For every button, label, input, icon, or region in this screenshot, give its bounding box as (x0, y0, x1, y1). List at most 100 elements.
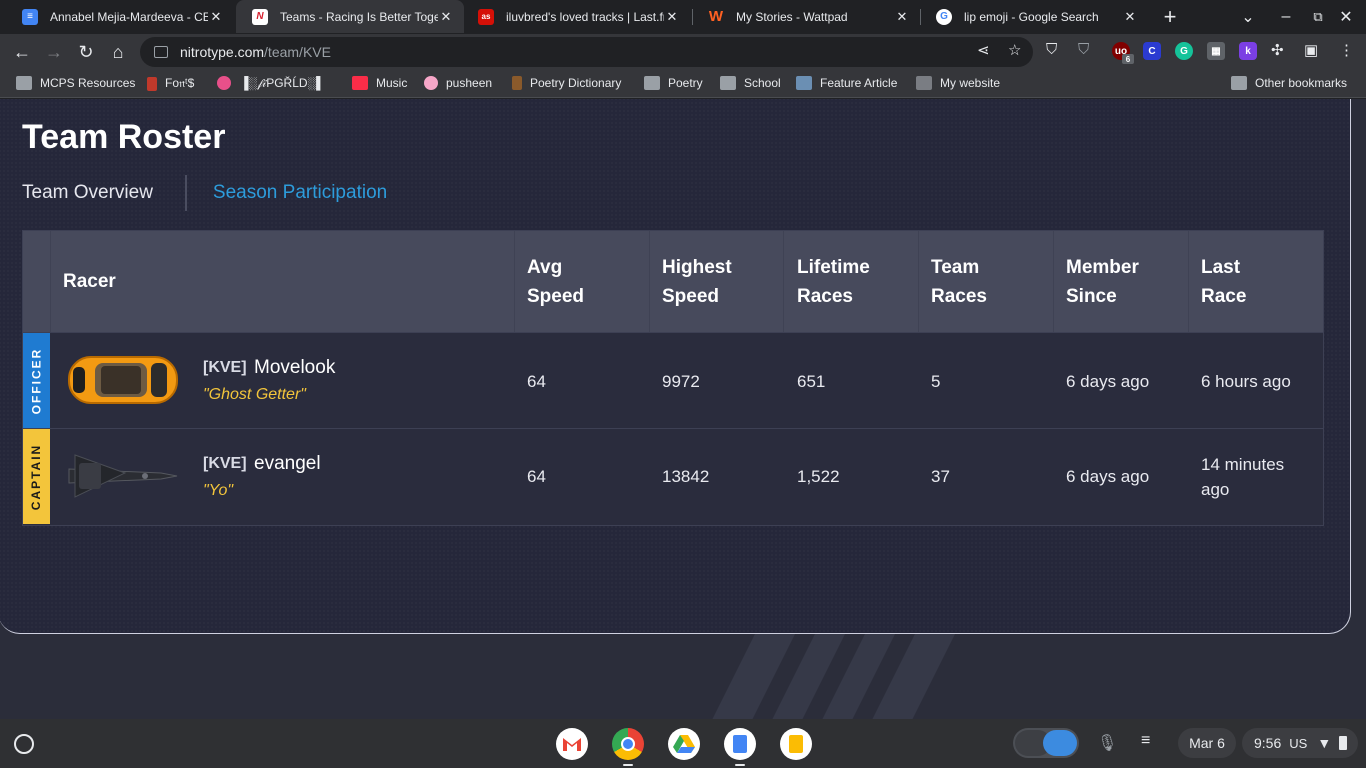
racer-name-link[interactable]: evangel (254, 453, 321, 475)
menu-kebab-icon[interactable]: ⋮ (1339, 41, 1354, 59)
canva-icon[interactable]: C (1143, 42, 1161, 60)
stealth-jet-icon (68, 454, 178, 498)
tire-tread-decoration (712, 624, 960, 719)
header-line: Avg (527, 257, 563, 278)
tab-title: Annabel Mejia-Mardeeva - CES (50, 9, 208, 24)
bookmark-music[interactable]: Music (352, 76, 407, 90)
bookmark-fonts[interactable]: Fo𝔫ᵗ$ (147, 76, 194, 91)
bookmark-feature-article[interactable]: Feature Article (796, 76, 897, 90)
bookmark-star-icon[interactable]: ☆ (1008, 41, 1021, 59)
header-highest-speed[interactable]: Highest Speed (662, 253, 732, 311)
tab-title: lip emoji - Google Search (964, 9, 1099, 24)
browser-tab-1[interactable]: ≡ Annabel Mejia-Mardeeva - CES ✕ (6, 0, 234, 33)
side-panel-icon[interactable]: ▣ (1304, 41, 1318, 59)
other-bookmarks[interactable]: Other bookmarks (1231, 76, 1347, 90)
role-label: OFFICER (29, 347, 44, 414)
tab-team-overview[interactable]: Team Overview (22, 182, 153, 204)
site-info-icon[interactable] (154, 46, 168, 58)
bookmark-poetry-folder[interactable]: Poetry (644, 76, 703, 90)
holding-space-thumbnail[interactable] (1013, 728, 1079, 758)
header-avg-speed[interactable]: Avg Speed (527, 253, 584, 311)
adblock-icon[interactable]: ⛉ (1078, 41, 1089, 58)
wattpad-icon: W (708, 8, 724, 25)
table-row[interactable]: OFFICER [KVE] Movelook "Ghost Getter" 64… (23, 332, 1323, 428)
input-method: US (1289, 735, 1308, 751)
header-team-races[interactable]: Team Races (931, 253, 987, 311)
tab-title: iluvbred's loved tracks | Last.fm (506, 9, 664, 24)
close-icon[interactable]: ✕ (438, 9, 454, 25)
browser-tab-5[interactable]: G lip emoji - Google Search ✕ (920, 0, 1148, 33)
header-last-race[interactable]: Last Race (1201, 253, 1246, 311)
column-divider (918, 231, 919, 333)
header-racer[interactable]: Racer (63, 267, 116, 296)
bookmark-picsart[interactable] (217, 76, 239, 90)
gmail-icon[interactable] (556, 728, 588, 760)
back-button[interactable]: ← (8, 38, 36, 66)
browser-tab-4[interactable]: W My Stories - Wattpad ✕ (692, 0, 920, 33)
tab-season-participation[interactable]: Season Participation (213, 182, 387, 204)
member-since-value: 6 days ago (1066, 372, 1150, 391)
forward-button[interactable]: → (40, 38, 68, 66)
header-member-since[interactable]: Member Since (1066, 253, 1139, 311)
browser-tab-2[interactable]: N Teams - Racing Is Better Togeth ✕ (236, 0, 464, 33)
qr-icon[interactable]: ▦ (1207, 42, 1225, 60)
minimize-button[interactable]: – (1273, 4, 1299, 30)
bookmark-label: Other bookmarks (1255, 76, 1348, 90)
chrome-center (621, 737, 635, 751)
header-line: Team (931, 257, 980, 278)
header-lifetime-races[interactable]: Lifetime Races (797, 253, 870, 311)
docs-icon[interactable] (724, 728, 756, 760)
bookmarks-bar: MCPS Resources Fo𝔫ᵗ$ ▐░𝒻𝒾PGŘĹD░▌ Music p… (0, 70, 1366, 98)
music-icon (352, 76, 368, 90)
header-line: Races (797, 286, 853, 307)
home-button[interactable]: ⌂ (104, 38, 132, 66)
restore-button[interactable]: ⧉ (1305, 4, 1331, 30)
column-divider (783, 231, 784, 333)
header-line: Since (1066, 286, 1117, 307)
bookmark-school-folder[interactable]: School (720, 76, 781, 90)
bookmark-fipgrld[interactable]: ▐░𝒻𝒾PGŘĹD░▌ (240, 76, 325, 91)
bookmark-label: MCPS Resources (40, 76, 136, 90)
bookmark-pusheen[interactable]: pusheen (424, 76, 492, 90)
share-icon[interactable]: ⋖ (977, 41, 990, 59)
drive-icon[interactable] (668, 728, 700, 760)
address-bar[interactable]: nitrotype.com /team/KVE (140, 37, 1033, 67)
table-row[interactable]: CAPTAIN [KVE] evangel "Yo" 64 13842 1,52… (23, 428, 1323, 524)
close-icon[interactable]: ✕ (1122, 9, 1138, 25)
column-divider (50, 231, 51, 333)
lifetime-races-value: 1,522 (797, 467, 840, 486)
page-title: Team Roster (22, 118, 226, 156)
tab-search-chevron-icon[interactable]: ⌄ (1235, 4, 1261, 30)
tab-strip: ≡ Annabel Mejia-Mardeeva - CES ✕ N Teams… (0, 0, 1366, 34)
mic-icon[interactable]: 🎙 (1097, 733, 1117, 753)
team-tag: [KVE] (203, 359, 247, 376)
racer-name-link[interactable]: Movelook (254, 357, 335, 379)
thumbnail-accent (1043, 730, 1077, 756)
close-icon[interactable]: ✕ (664, 9, 680, 25)
kami-icon[interactable]: k (1239, 42, 1257, 60)
close-icon[interactable]: ✕ (894, 9, 910, 25)
grammarly-icon[interactable]: G (1175, 42, 1193, 60)
date-pill[interactable]: Mar 6 (1178, 728, 1236, 758)
extensions-puzzle-icon[interactable]: ✣ (1271, 41, 1284, 59)
active-app-indicator (735, 764, 745, 766)
bookmark-mcps[interactable]: MCPS Resources (16, 76, 135, 90)
picsart-icon (217, 76, 231, 90)
slides-icon[interactable] (780, 728, 812, 760)
close-window-button[interactable]: ✕ (1333, 4, 1359, 30)
new-tab-button[interactable]: + (1157, 4, 1183, 30)
close-icon[interactable]: ✕ (208, 9, 224, 25)
reload-button[interactable]: ↻ (72, 38, 100, 66)
shield-icon[interactable]: ⛉ (1046, 41, 1057, 58)
bookmark-my-website[interactable]: My website (916, 76, 1000, 90)
status-tray[interactable]: 9:56 US ▼ (1242, 728, 1358, 758)
google-docs-icon: ≡ (22, 8, 38, 25)
media-controls-icon[interactable]: ≡ (1141, 732, 1150, 750)
bookmark-label: School (744, 76, 781, 90)
launcher-button[interactable] (14, 734, 34, 754)
slides-sheet (789, 735, 803, 753)
browser-tab-3[interactable]: as iluvbred's loved tracks | Last.fm ✕ (462, 0, 690, 33)
last-race-line: 14 minutes (1201, 455, 1285, 474)
chrome-icon[interactable] (612, 728, 644, 760)
bookmark-poetry-dictionary[interactable]: Poetry Dictionary (512, 76, 621, 90)
